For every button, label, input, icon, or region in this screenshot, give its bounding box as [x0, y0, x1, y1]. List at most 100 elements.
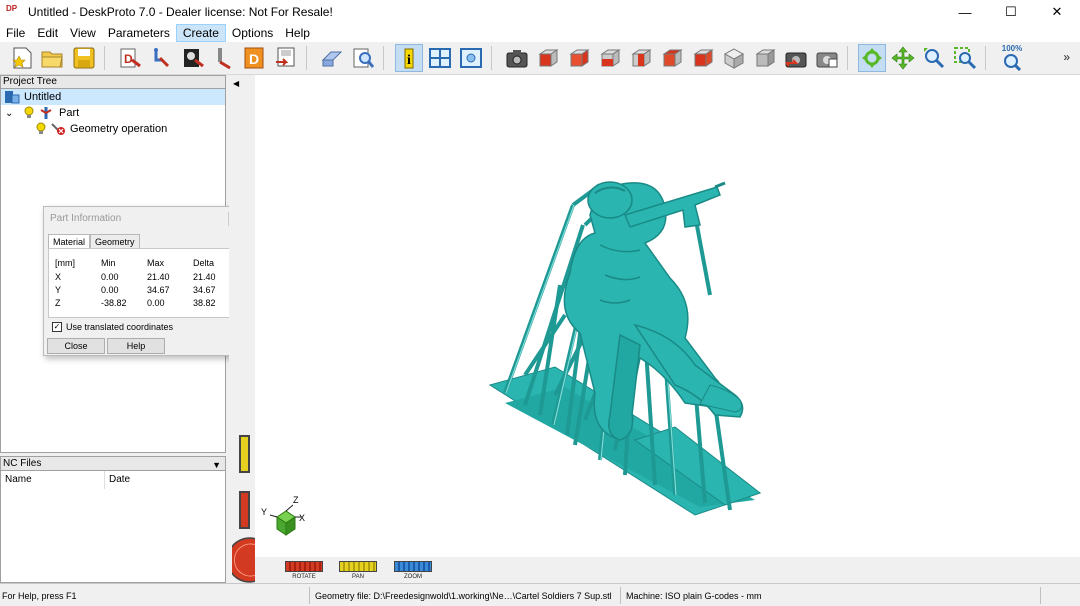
view-bottom-icon[interactable]: [689, 44, 717, 72]
tab-geometry[interactable]: Geometry: [90, 234, 140, 248]
expand-chevron-icon[interactable]: ⌄: [5, 108, 19, 119]
part-information-icon[interactable]: i: [395, 44, 423, 72]
axis-label-y: Y: [261, 507, 267, 517]
inspect-icon[interactable]: [349, 44, 377, 72]
part-wizard-icon[interactable]: [148, 44, 176, 72]
status-machine: Machine: ISO plain G-codes - mm: [626, 591, 762, 601]
pan-slider-vertical[interactable]: [239, 435, 250, 473]
open-folder-icon[interactable]: [38, 44, 66, 72]
menu-create[interactable]: Create: [175, 24, 226, 42]
window-title: Untitled - DeskProto 7.0 - Dealer licens…: [28, 5, 333, 19]
menu-view[interactable]: View: [64, 24, 102, 42]
table-cell: X: [55, 272, 62, 282]
table-cell: Y: [55, 285, 62, 295]
tree-item-geometry-operation[interactable]: Geometry operation: [35, 121, 167, 137]
view-right-icon[interactable]: [627, 44, 655, 72]
nc-files-title: NC Files: [3, 458, 42, 469]
dimensions-table: [mm] Min Max Delta X 0.00 21.40 21.40 Y …: [48, 248, 242, 318]
column-header-name[interactable]: Name: [1, 471, 105, 489]
translated-coordinates-checkbox[interactable]: ✓ Use translated coordinates: [52, 322, 173, 332]
split-view-icon[interactable]: [426, 44, 454, 72]
viewport-side-strip: ◀: [229, 75, 256, 583]
table-cell: 0.00: [101, 285, 119, 295]
rotate-slider[interactable]: [285, 561, 323, 572]
design-wizard-icon[interactable]: D: [241, 44, 269, 72]
table-cell: Z: [55, 298, 61, 308]
view-controls-bar: ROTATE PAN ZOOM: [255, 557, 1080, 583]
lightbulb-icon[interactable]: [23, 106, 35, 120]
help-button[interactable]: Help: [107, 338, 165, 354]
axis-label-x: X: [299, 513, 305, 523]
eraser-icon[interactable]: [318, 44, 346, 72]
export-icon[interactable]: [272, 44, 300, 72]
minimize-button[interactable]: —: [942, 0, 988, 24]
view-iso-icon[interactable]: [720, 44, 748, 72]
menu-parameters[interactable]: Parameters: [102, 24, 176, 42]
tree-item-label: Geometry operation: [70, 123, 168, 135]
column-header-date[interactable]: Date: [105, 471, 225, 489]
bitmap-wizard-icon[interactable]: [179, 44, 207, 72]
maximize-button[interactable]: ☐: [988, 0, 1034, 24]
table-cell: 38.82: [193, 298, 216, 308]
rotate-mode-icon[interactable]: [858, 44, 886, 72]
table-cell: 34.67: [193, 285, 216, 295]
tree-item-part[interactable]: ⌄ Part: [5, 105, 79, 121]
pan-mode-icon[interactable]: [889, 44, 917, 72]
svg-text:i: i: [407, 53, 411, 68]
checkbox-label: Use translated coordinates: [66, 322, 174, 332]
project-tree-header: Project Tree: [0, 75, 226, 89]
tree-item-untitled[interactable]: Untitled: [1, 89, 225, 105]
part-icon: [40, 107, 52, 119]
pan-label: PAN: [352, 574, 364, 580]
checkbox-checked-icon[interactable]: ✓: [52, 322, 62, 332]
camera-view-icon[interactable]: [503, 44, 531, 72]
status-bar: For Help, press F1 Geometry file: D:\Fre…: [0, 583, 1080, 606]
view-front-icon[interactable]: [534, 44, 562, 72]
close-button[interactable]: Close: [47, 338, 105, 354]
nc-files-list: Name Date: [0, 471, 226, 583]
axis-triad-icon: [269, 504, 301, 536]
tool-wizard-icon[interactable]: [210, 44, 238, 72]
dialog-title: Part Information: [50, 213, 122, 224]
table-header: Delta: [193, 258, 215, 268]
save-icon[interactable]: [70, 44, 98, 72]
pan-slider[interactable]: [339, 561, 377, 572]
part-information-dialog: Part Information Material Geometry [mm] …: [43, 206, 245, 356]
rotate-dial-icon[interactable]: [232, 537, 256, 583]
menu-help[interactable]: Help: [279, 24, 316, 42]
next-view-icon[interactable]: [813, 44, 841, 72]
view-back-icon[interactable]: [565, 44, 593, 72]
rotate-slider-vertical[interactable]: [239, 491, 250, 529]
menu-options[interactable]: Options: [226, 24, 279, 42]
menu-file[interactable]: File: [0, 24, 31, 42]
rotate-label: ROTATE: [292, 574, 316, 580]
table-header: [mm]: [55, 258, 75, 268]
collapse-left-arrow-icon[interactable]: ◀: [233, 79, 239, 88]
tab-material[interactable]: Material: [48, 234, 91, 248]
tree-item-label: Untitled: [24, 91, 62, 103]
zoom-mode-icon[interactable]: [920, 44, 948, 72]
geometry-wizard-icon[interactable]: D: [116, 44, 144, 72]
toolbar-overflow-chevron-icon[interactable]: »: [1063, 50, 1070, 64]
single-view-icon[interactable]: [457, 44, 485, 72]
zoom-100-icon[interactable]: 100%: [998, 44, 1026, 72]
view-iso-2-icon[interactable]: [751, 44, 779, 72]
zoom-slider[interactable]: [394, 561, 432, 572]
zoom-label: ZOOM: [404, 574, 422, 580]
view-top-icon[interactable]: [658, 44, 686, 72]
menu-bar: File Edit View Parameters Create Options…: [0, 24, 1080, 42]
table-header: Min: [101, 258, 116, 268]
previous-view-icon[interactable]: [782, 44, 810, 72]
3d-viewport[interactable]: Z X Y: [255, 75, 1080, 557]
title-bar: DP Untitled - DeskProto 7.0 - Dealer lic…: [0, 0, 1080, 24]
menu-edit[interactable]: Edit: [31, 24, 64, 42]
close-window-button[interactable]: ✕: [1034, 0, 1080, 24]
lightbulb-icon[interactable]: [35, 122, 47, 136]
status-help: For Help, press F1: [2, 591, 77, 601]
view-left-icon[interactable]: [596, 44, 624, 72]
model-render[interactable]: Z X Y: [255, 75, 1080, 557]
zoom-window-icon[interactable]: [951, 44, 979, 72]
table-cell: 0.00: [101, 272, 119, 282]
main-toolbar: D D i 100% »: [0, 42, 1080, 75]
new-file-icon[interactable]: [8, 44, 36, 72]
